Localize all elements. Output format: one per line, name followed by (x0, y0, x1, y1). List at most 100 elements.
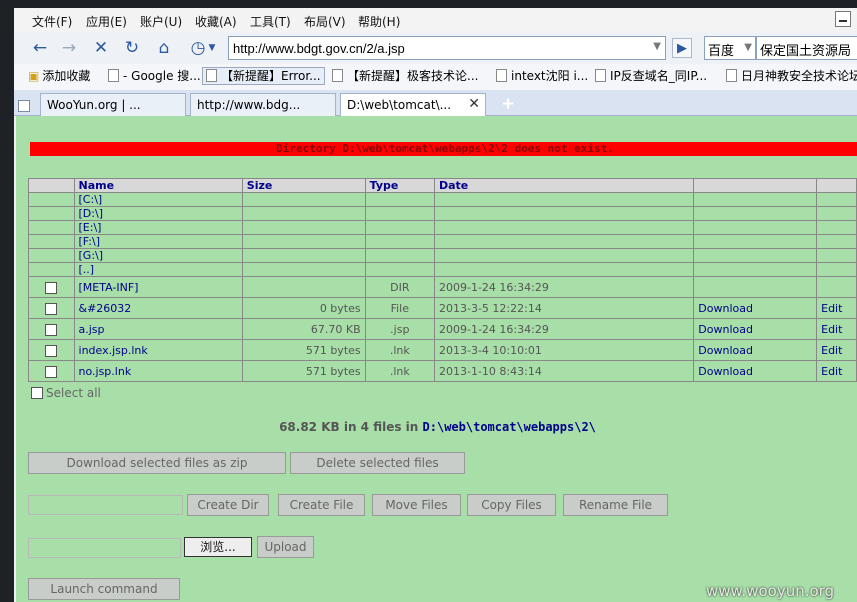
row-checkbox[interactable] (45, 344, 58, 357)
copy-files-button[interactable]: Copy Files (467, 494, 556, 516)
rename-file-button[interactable]: Rename File (563, 494, 668, 516)
home-icon[interactable]: ⌂ (152, 36, 176, 60)
header-type[interactable]: Type (364, 178, 436, 193)
file-name[interactable]: index.jsp.lnk (73, 339, 243, 361)
header-date[interactable]: Date (433, 178, 695, 193)
summary-path-link[interactable]: D:\web\tomcat\webapps\2\ (423, 420, 596, 434)
file-name[interactable]: &#26032 (73, 297, 243, 319)
download-link[interactable]: Download (693, 318, 818, 340)
forward-icon[interactable]: → (57, 36, 81, 60)
file-size: 67.70 KB (241, 318, 366, 340)
menu-account[interactable]: 账户(U) (140, 13, 182, 30)
menu-app[interactable]: 应用(E) (86, 13, 127, 30)
tab-tomcat[interactable]: D:\web\tomcat\... ✕ (340, 93, 486, 117)
header-size[interactable]: Size (241, 178, 366, 193)
back-icon[interactable]: ← (28, 36, 52, 60)
drive-link-f[interactable]: [F:\] (73, 234, 243, 249)
file-type: .lnk (364, 339, 436, 361)
search-input[interactable]: 保定国土资源局 (756, 36, 857, 60)
history-dropdown-icon[interactable]: ▼ (206, 36, 218, 60)
bookmark-label: 【新提醒】Error... (221, 69, 321, 83)
stop-icon[interactable]: ✕ (89, 36, 113, 60)
close-tab-icon[interactable]: ✕ (468, 96, 480, 112)
row-checkbox[interactable] (45, 323, 58, 336)
header-edit (816, 178, 857, 193)
edit-link[interactable]: Edit (816, 339, 857, 361)
upload-button[interactable]: Upload (257, 536, 314, 558)
download-link[interactable]: Download (693, 297, 818, 319)
table-row: index.jsp.lnk 571 bytes .lnk 2013-3-4 10… (28, 339, 857, 361)
bookmark-label: 添加收藏 (42, 69, 91, 83)
bookmark-ip-lookup[interactable]: IP反查域名_同IP... (595, 69, 707, 87)
bookmark-google[interactable]: - Google 搜... (108, 69, 201, 87)
download-link[interactable]: Download (693, 360, 818, 382)
bookmark-intext[interactable]: intext沈阳 i... (496, 69, 588, 87)
file-date: 2009-1-24 16:34:29 (433, 318, 695, 340)
file-type: .jsp (364, 318, 436, 340)
row-checkbox[interactable] (45, 365, 58, 378)
file-name[interactable]: a.jsp (73, 318, 243, 340)
address-bar[interactable]: http://www.bdgt.gov.cn/2/a.jsp ▼ (228, 36, 666, 60)
drive-link-d[interactable]: [D:\] (73, 206, 243, 221)
create-file-button[interactable]: Create File (278, 494, 365, 516)
download-link[interactable]: Download (693, 339, 818, 361)
tab-bar: WooYun.org | ... http://www.bdg... D:\we… (14, 90, 857, 117)
menu-layout[interactable]: 布局(V) (304, 13, 346, 30)
file-name[interactable]: no.jsp.lnk (73, 360, 243, 382)
browse-button[interactable]: 浏览... (184, 537, 252, 557)
parent-dir-link[interactable]: [..] (73, 262, 243, 277)
edit-link[interactable]: Edit (816, 318, 857, 340)
add-favorite-icon: ▣ (28, 69, 40, 83)
upload-file-path[interactable] (28, 538, 181, 558)
file-type: File (364, 297, 436, 319)
menu-tools[interactable]: 工具(T) (250, 13, 291, 30)
url-dropdown-icon[interactable]: ▼ (653, 41, 661, 52)
tab-wooyun[interactable]: WooYun.org | ... (40, 93, 186, 116)
menu-favorites[interactable]: 收藏(A) (195, 13, 237, 30)
add-favorite-bookmark[interactable]: ▣ 添加收藏 (28, 69, 90, 87)
bookmark-label: - Google 搜... (123, 69, 201, 83)
row-checkbox[interactable] (45, 281, 58, 294)
bookmark-riyue-forum[interactable]: 日月神教安全技术论坛 (726, 69, 857, 87)
tab-bdgt[interactable]: http://www.bdg... (190, 93, 336, 116)
table-row: [..] (28, 262, 857, 277)
page-icon (206, 69, 217, 82)
navigation-bar: ← → ✕ ↻ ⌂ ◷ ▼ http://www.bdgt.gov.cn/2/a… (14, 32, 857, 64)
header-download (693, 178, 818, 193)
menu-bar: 文件(F) 应用(E) 账户(U) 收藏(A) 工具(T) 布局(V) 帮助(H… (14, 8, 857, 32)
drive-link-g[interactable]: [G:\] (73, 248, 243, 263)
menu-help[interactable]: 帮助(H) (358, 13, 400, 30)
edit-link[interactable]: Edit (816, 360, 857, 382)
select-all-checkbox[interactable] (31, 387, 43, 399)
minimize-button[interactable] (835, 11, 851, 27)
create-dir-button[interactable]: Create Dir (187, 494, 269, 516)
menu-file[interactable]: 文件(F) (32, 13, 72, 30)
edit-link[interactable]: Edit (816, 297, 857, 319)
download-zip-button[interactable]: Download selected files as zip (28, 452, 286, 474)
name-input[interactable] (28, 495, 183, 515)
tab-list-icon[interactable] (18, 100, 30, 112)
table-row: [D:\] (28, 206, 857, 221)
file-date: 2013-1-10 8:43:14 (433, 360, 695, 382)
bookmarks-bar: ▣ 添加收藏 - Google 搜... 【新提醒】Error... 【新提醒】极… (14, 64, 857, 90)
dir-link-meta-inf[interactable]: [META-INF] (73, 276, 243, 298)
search-engine-select[interactable]: 百度 ▼ (704, 36, 756, 60)
bookmark-geek-forum[interactable]: 【新提醒】极客技术论... (332, 69, 478, 87)
move-files-button[interactable]: Move Files (372, 494, 461, 516)
header-name[interactable]: Name (73, 178, 243, 193)
bookmark-error[interactable]: 【新提醒】Error... (202, 67, 325, 85)
delete-selected-button[interactable]: Delete selected files (290, 452, 465, 474)
file-date: 2013-3-5 12:22:14 (433, 297, 695, 319)
new-tab-icon[interactable]: + (501, 94, 515, 114)
select-all[interactable]: Select all (31, 386, 101, 400)
bookmark-label: IP反查域名_同IP... (610, 69, 708, 83)
row-checkbox[interactable] (45, 302, 58, 315)
summary-text: 68.82 KB in 4 files in (279, 420, 419, 434)
table-row: &#26032 0 bytes File 2013-3-5 12:22:14 D… (28, 297, 857, 319)
go-icon[interactable]: ▶ (672, 38, 692, 58)
drive-link-c[interactable]: [C:\] (73, 192, 243, 207)
launch-command-button[interactable]: Launch command (28, 578, 180, 600)
refresh-icon[interactable]: ↻ (120, 36, 144, 60)
drive-link-e[interactable]: [E:\] (73, 220, 243, 235)
directory-summary: 68.82 KB in 4 files in D:\web\tomcat\web… (16, 420, 857, 434)
